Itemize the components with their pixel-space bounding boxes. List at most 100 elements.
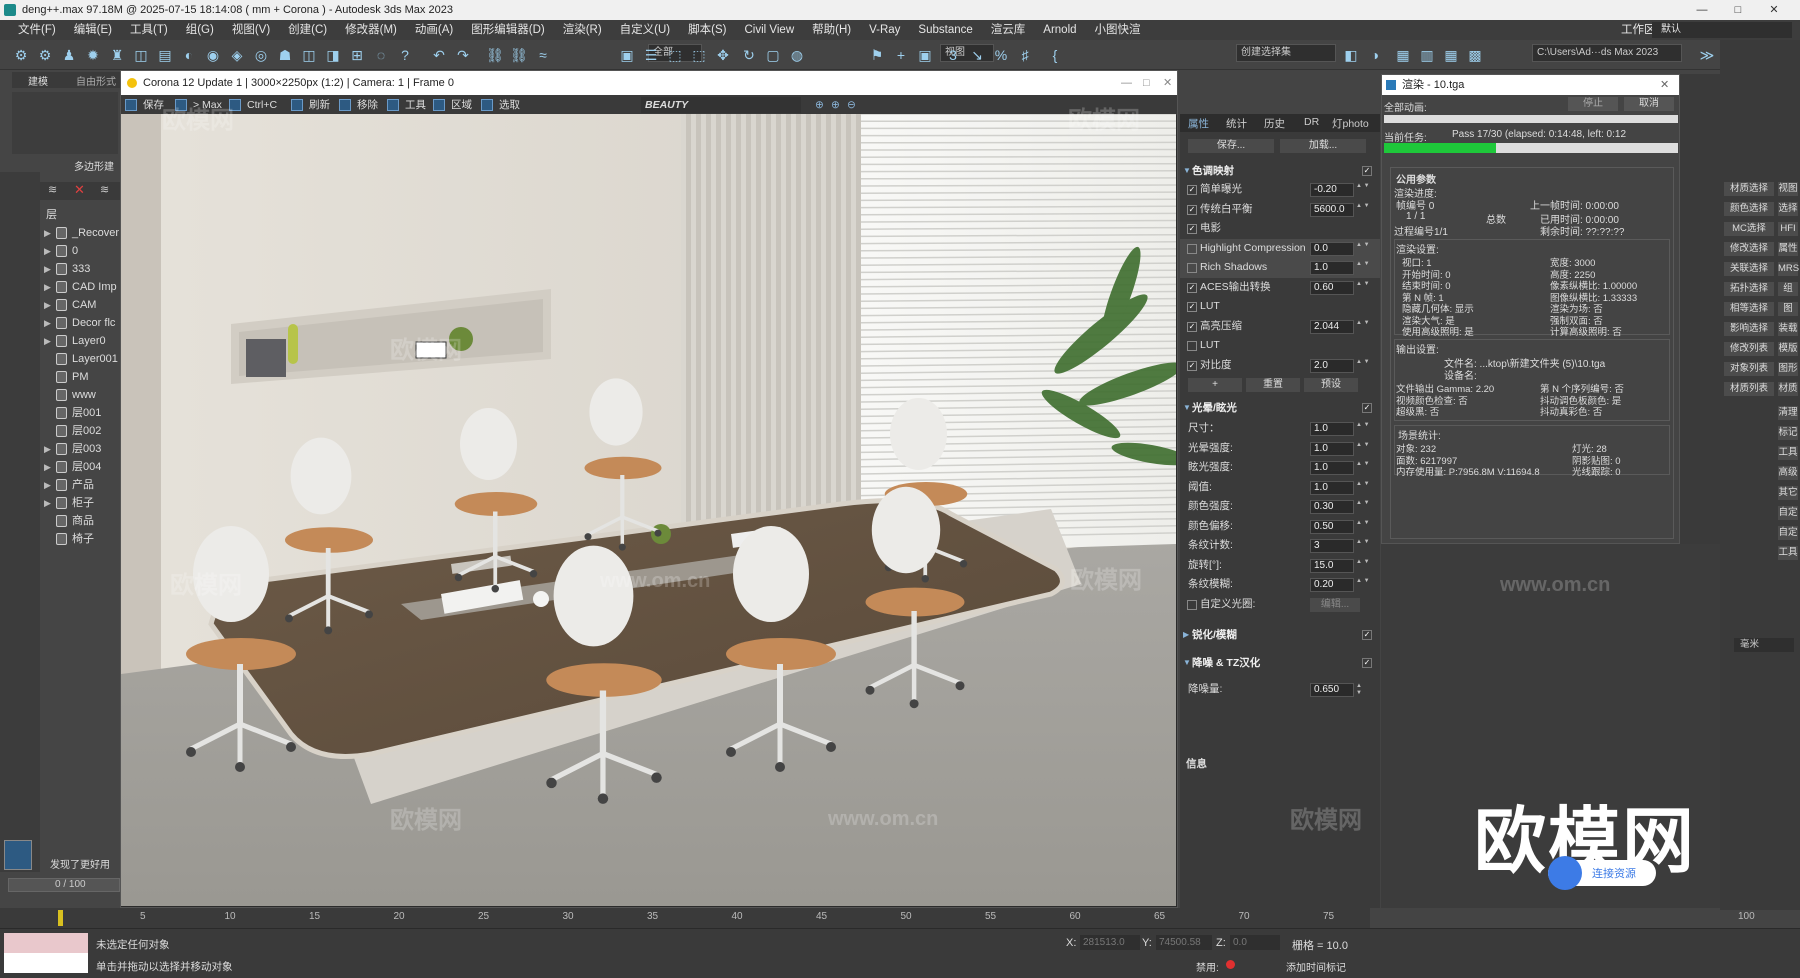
script-button[interactable]: 工具	[1778, 446, 1798, 460]
menu-item[interactable]: 渲云库	[982, 20, 1035, 40]
layer-row[interactable]: Layer001	[0, 350, 120, 368]
layer-row[interactable]: 椅子	[0, 530, 120, 548]
tonemap-section-header[interactable]: ▼ 色调映射 ✓	[1180, 162, 1380, 180]
connect-badge[interactable]: 连接资源	[1548, 856, 1656, 890]
layer-row[interactable]: ▶ CAM	[0, 296, 120, 314]
property-checkbox[interactable]: ✓	[1187, 302, 1197, 312]
maxscript-output[interactable]	[4, 953, 88, 973]
menu-item[interactable]: 小图快渲	[1086, 20, 1150, 40]
spinner-icon[interactable]: ▲ ▼	[1356, 320, 1370, 327]
toolbar-tool-icon[interactable]: ☰	[640, 44, 662, 66]
layer-row[interactable]: 商品	[0, 512, 120, 530]
load-button[interactable]: 加载...	[1280, 139, 1366, 153]
tab-lightmix[interactable]: 灯photo	[1332, 116, 1369, 131]
vfb-tool-icon[interactable]	[339, 99, 351, 111]
bloom-section-header[interactable]: ▼ 光晕/眩光 ✓	[1180, 399, 1380, 417]
maximize-icon[interactable]: □	[1720, 0, 1756, 20]
spinner-icon[interactable]: ▲ ▼	[1356, 578, 1370, 585]
toolbar-tool-icon[interactable]: ◨	[322, 44, 344, 66]
property-value-field[interactable]: 1.0	[1310, 422, 1354, 436]
minimize-icon[interactable]: —	[1684, 0, 1720, 20]
property-value-field[interactable]: 0.30	[1310, 500, 1354, 514]
menu-item[interactable]: 文件(F)	[9, 20, 65, 40]
layer-row[interactable]: ▶ 产品	[0, 476, 120, 494]
toolbar-tool-icon[interactable]: ⚙	[34, 44, 56, 66]
vfb-tool-button[interactable]: Ctrl+C	[247, 95, 277, 115]
script-button[interactable]: 标记	[1778, 426, 1798, 440]
script-button[interactable]: 清理	[1778, 406, 1798, 420]
toolbar-tool-icon[interactable]: ◫	[130, 44, 152, 66]
toolbar-tool-icon[interactable]: ◑	[1364, 44, 1386, 66]
reset-button[interactable]: 重置	[1246, 378, 1300, 392]
vfb-tool-button[interactable]: 保存	[143, 95, 164, 115]
toolbar-tool-icon[interactable]: ≈	[532, 44, 554, 66]
spinner-icon[interactable]: ▲ ▼	[1356, 261, 1370, 268]
toolbar-tool-icon[interactable]: {	[1044, 44, 1066, 66]
script-button[interactable]: 影响选择	[1724, 322, 1774, 336]
menu-item[interactable]: 视图(V)	[223, 20, 279, 40]
toolbar-tool-icon[interactable]: ⚙	[10, 44, 32, 66]
close-icon[interactable]: ✕	[1756, 0, 1792, 20]
x-coordinate-field[interactable]: 281513.0	[1080, 935, 1140, 950]
property-value-field[interactable]: 0.0	[1310, 241, 1354, 256]
beauty-dropdown[interactable]: BEAUTY	[641, 97, 801, 113]
stop-button[interactable]: 停止	[1568, 97, 1618, 111]
expand-arrow-icon[interactable]: ▶	[44, 332, 51, 350]
script-button[interactable]: 材质选择	[1724, 182, 1774, 196]
script-button[interactable]: 对象列表	[1724, 362, 1774, 376]
zoom-fit-icon[interactable]: ⊕	[831, 95, 840, 115]
property-checkbox[interactable]: ✓	[1187, 185, 1197, 195]
expand-arrow-icon[interactable]: ▶	[44, 296, 51, 314]
layer-row[interactable]: www	[0, 386, 120, 404]
toolbar-tool-icon[interactable]: ◎	[250, 44, 272, 66]
vfb-tool-icon[interactable]	[433, 99, 445, 111]
vfb-tool-icon[interactable]	[481, 99, 493, 111]
denoise-section-header[interactable]: ▼ 降噪 & TZ汉化 ✓	[1180, 654, 1380, 672]
y-coordinate-field[interactable]: 74500.58	[1156, 935, 1212, 950]
record-icon[interactable]	[1226, 960, 1235, 969]
toolbar-tool-icon[interactable]: ▣	[914, 44, 936, 66]
menu-item[interactable]: 自定义(U)	[611, 20, 679, 40]
spinner-icon[interactable]: ▲ ▼	[1356, 242, 1370, 249]
vfb-tool-icon[interactable]	[291, 99, 303, 111]
spinner-icon[interactable]: ▲ ▼	[1356, 481, 1370, 488]
menu-item[interactable]: Civil View	[735, 20, 803, 40]
selection-set-dropdown[interactable]: 创建选择集	[1236, 44, 1336, 62]
spinner-icon[interactable]: ▲ ▼	[1356, 500, 1370, 507]
toolbar-tool-icon[interactable]: ▥	[1416, 44, 1438, 66]
vfb-tool-button[interactable]: 刷新	[309, 95, 330, 115]
zoom-in-icon[interactable]: ⊕	[815, 95, 824, 115]
script-button[interactable]: 选择	[1778, 202, 1798, 216]
tab-history[interactable]: 历史	[1264, 116, 1285, 131]
custom-aperture-checkbox[interactable]	[1187, 599, 1197, 610]
script-button[interactable]: 修改列表	[1724, 342, 1774, 356]
layer-row[interactable]: ▶ Layer0	[0, 332, 120, 350]
layer-row[interactable]: ▶ 柜子	[0, 494, 120, 512]
vfb-tool-icon[interactable]	[387, 99, 399, 111]
property-value-field[interactable]: 1.0	[1310, 461, 1354, 475]
property-checkbox[interactable]: ✓	[1187, 204, 1197, 215]
sharpen-section-header[interactable]: ▶ 锐化/模糊 ✓	[1180, 626, 1380, 644]
tab-modeling[interactable]: 建模	[28, 73, 48, 88]
toolbar-tool-icon[interactable]: ◉	[202, 44, 224, 66]
spinner-icon[interactable]: ▲ ▼	[1356, 461, 1370, 468]
toolbar-tool-icon[interactable]: ▦	[1440, 44, 1462, 66]
menu-item[interactable]: 修改器(M)	[336, 20, 406, 40]
toolbar-tool-icon[interactable]: ◧	[1340, 44, 1362, 66]
add-layer-icon[interactable]: ≋	[100, 183, 109, 196]
property-checkbox[interactable]: ✓	[1187, 360, 1197, 371]
property-value-field[interactable]: 2.0	[1310, 358, 1354, 373]
property-value-field[interactable]: 0.60	[1310, 280, 1354, 295]
script-button[interactable]: 属性	[1778, 242, 1798, 256]
maxscript-listener[interactable]	[4, 933, 88, 953]
menu-item[interactable]: Substance	[909, 20, 981, 40]
spinner-icon[interactable]: ▲ ▼	[1356, 359, 1370, 366]
toolbar-tool-icon[interactable]: ☗	[274, 44, 296, 66]
menu-item[interactable]: 编辑(E)	[65, 20, 121, 40]
menu-item[interactable]: 动画(A)	[406, 20, 462, 40]
toolbar-tool-icon[interactable]: ◍	[786, 44, 808, 66]
layer-toolbar-icon[interactable]: ≋	[48, 183, 57, 196]
toolbar-tool-icon[interactable]: ⛓	[484, 44, 506, 66]
layer-row[interactable]: ▶ _Recover	[0, 224, 120, 242]
time-slider-handle[interactable]	[58, 910, 63, 926]
